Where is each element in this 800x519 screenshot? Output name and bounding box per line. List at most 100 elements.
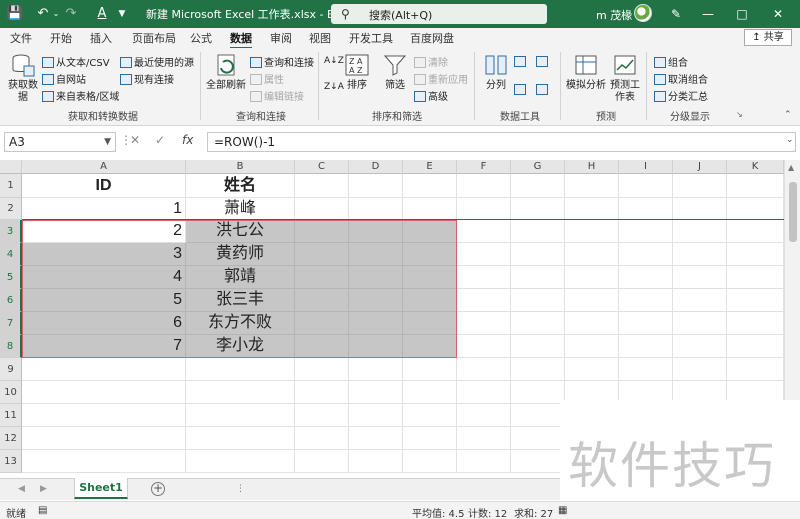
cell-e5[interactable] — [403, 266, 457, 289]
cell-g4[interactable] — [511, 243, 565, 266]
cell-g9[interactable] — [511, 358, 565, 381]
cell-d1[interactable] — [349, 174, 403, 198]
tab-file[interactable]: 文件 — [10, 30, 32, 46]
cell-g12[interactable] — [511, 427, 565, 450]
save-icon[interactable]: 💾 — [6, 4, 24, 24]
column-header-e[interactable]: E — [403, 160, 457, 174]
cell-g13[interactable] — [511, 450, 565, 473]
cell-a12[interactable] — [22, 427, 186, 450]
cell-c1[interactable] — [295, 174, 349, 198]
row-header-13[interactable]: 13 — [0, 450, 22, 473]
subtotal-button[interactable]: 分类汇总 — [654, 88, 708, 103]
cell-d9[interactable] — [349, 358, 403, 381]
user-name[interactable]: m 茂椽 — [596, 7, 632, 23]
column-header-a[interactable]: A — [22, 160, 186, 174]
cell-f9[interactable] — [457, 358, 511, 381]
cell-g3[interactable] — [511, 220, 565, 243]
cell-j7[interactable] — [673, 312, 727, 335]
cell-j1[interactable] — [673, 174, 727, 198]
cell-b2[interactable]: 萧峰 — [186, 198, 295, 220]
search-box[interactable]: ⚲ 搜索(Alt+Q) — [331, 4, 547, 24]
restore-button[interactable]: □ — [730, 4, 754, 24]
cell-i1[interactable] — [619, 174, 673, 198]
cell-a11[interactable] — [22, 404, 186, 427]
cell-a2[interactable]: 1 — [22, 198, 186, 220]
status-average[interactable]: 平均值: 4.5 — [412, 505, 464, 519]
cell-j4[interactable] — [673, 243, 727, 266]
redo-icon[interactable]: ↷ — [64, 4, 78, 24]
text-to-columns-button[interactable]: 分列 — [482, 52, 510, 92]
tab-split-icon[interactable]: ⋮ — [236, 484, 245, 494]
properties-button[interactable]: 属性 — [250, 71, 284, 86]
cell-f4[interactable] — [457, 243, 511, 266]
flash-fill-icon[interactable] — [514, 56, 528, 68]
cell-b7[interactable]: 东方不败 — [186, 312, 295, 335]
cell-d10[interactable] — [349, 381, 403, 404]
cell-c7[interactable] — [295, 312, 349, 335]
column-header-g[interactable]: G — [511, 160, 565, 174]
cell-c13[interactable] — [295, 450, 349, 473]
cell-k1[interactable] — [727, 174, 784, 198]
from-table-button[interactable]: 来自表格/区域 — [42, 88, 119, 103]
cell-j9[interactable] — [673, 358, 727, 381]
consolidate-icon[interactable] — [536, 84, 550, 96]
next-sheet-icon[interactable]: ▶ — [40, 484, 47, 494]
filter-button[interactable]: 筛选 — [380, 52, 410, 92]
scroll-up-icon[interactable]: ▲ — [788, 163, 794, 172]
row-header-5[interactable]: 5 — [0, 266, 22, 289]
cell-h5[interactable] — [565, 266, 619, 289]
cell-g10[interactable] — [511, 381, 565, 404]
cell-a13[interactable] — [22, 450, 186, 473]
cell-i7[interactable] — [619, 312, 673, 335]
cell-g6[interactable] — [511, 289, 565, 312]
cell-c8[interactable] — [295, 335, 349, 358]
cell-b13[interactable] — [186, 450, 295, 473]
cell-e11[interactable] — [403, 404, 457, 427]
cell-k2[interactable] — [727, 198, 784, 220]
cancel-icon[interactable]: ✕ — [130, 133, 140, 147]
tab-developer[interactable]: 开发工具 — [349, 30, 393, 46]
tab-data[interactable]: 数据 — [230, 30, 252, 49]
cell-j2[interactable] — [673, 198, 727, 220]
cell-f7[interactable] — [457, 312, 511, 335]
row-header-11[interactable]: 11 — [0, 404, 22, 427]
minimize-button[interactable]: — — [696, 4, 720, 24]
cell-e9[interactable] — [403, 358, 457, 381]
existing-connections-button[interactable]: 现有连接 — [120, 71, 174, 86]
cell-h9[interactable] — [565, 358, 619, 381]
cell-b11[interactable] — [186, 404, 295, 427]
name-box[interactable]: A3 ▼ — [4, 132, 116, 152]
cell-d8[interactable] — [349, 335, 403, 358]
recent-sources-button[interactable]: 最近使用的源 — [120, 54, 194, 69]
enter-icon[interactable]: ✓ — [155, 133, 165, 147]
cell-e2[interactable] — [403, 198, 457, 220]
cell-i6[interactable] — [619, 289, 673, 312]
prev-sheet-icon[interactable]: ◀ — [18, 484, 25, 494]
cell-a6[interactable]: 5 — [22, 289, 186, 312]
row-header-4[interactable]: 4 — [0, 243, 22, 266]
from-web-button[interactable]: 自网站 — [42, 71, 86, 86]
row-header-8[interactable]: 8 — [0, 335, 22, 358]
pen-icon[interactable]: ✎ — [664, 4, 688, 24]
cell-h6[interactable] — [565, 289, 619, 312]
cell-d13[interactable] — [349, 450, 403, 473]
cell-b8[interactable]: 李小龙 — [186, 335, 295, 358]
cell-g7[interactable] — [511, 312, 565, 335]
cell-g11[interactable] — [511, 404, 565, 427]
cell-j6[interactable] — [673, 289, 727, 312]
cell-f2[interactable] — [457, 198, 511, 220]
cell-c12[interactable] — [295, 427, 349, 450]
cell-h4[interactable] — [565, 243, 619, 266]
ungroup-button[interactable]: 取消组合 — [654, 71, 708, 86]
cell-b5[interactable]: 郭靖 — [186, 266, 295, 289]
insert-function-icon[interactable]: fx — [182, 133, 193, 147]
cell-j5[interactable] — [673, 266, 727, 289]
cell-h7[interactable] — [565, 312, 619, 335]
normal-view-icon[interactable]: ▦ — [558, 505, 567, 516]
cell-k9[interactable] — [727, 358, 784, 381]
cell-a9[interactable] — [22, 358, 186, 381]
cell-e7[interactable] — [403, 312, 457, 335]
collapse-ribbon-icon[interactable]: ⌃ — [784, 110, 792, 120]
column-header-j[interactable]: J — [673, 160, 727, 174]
column-header-i[interactable]: I — [619, 160, 673, 174]
